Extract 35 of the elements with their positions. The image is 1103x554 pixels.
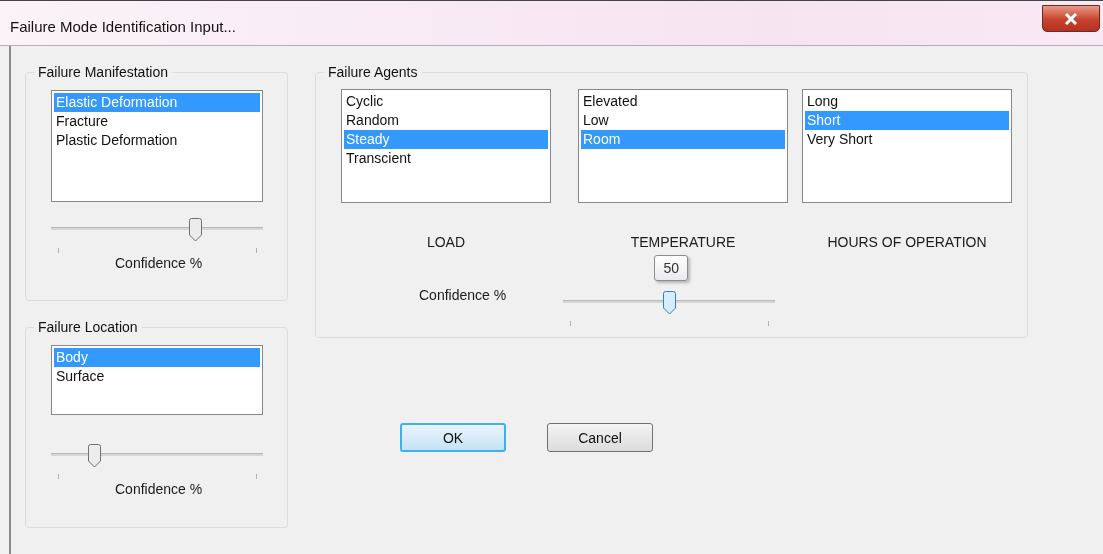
- list-box[interactable]: Elastic Deformation Fracture Plastic Deformation: [51, 90, 263, 202]
- column-caption: TEMPERATURE: [630, 234, 736, 250]
- slider-thumb[interactable]: [662, 291, 678, 315]
- group-title: Failure Location: [37, 319, 139, 335]
- slider-thumb[interactable]: [187, 218, 203, 242]
- list-item[interactable]: Plastic Deformation: [54, 131, 260, 150]
- list-item[interactable]: Long: [805, 92, 1009, 111]
- group-title: Failure Manifestation: [37, 64, 169, 80]
- list-item[interactable]: Transcient: [344, 149, 548, 168]
- list-item[interactable]: Cyclic: [344, 92, 548, 111]
- slider-thumb[interactable]: [86, 444, 102, 468]
- list-box[interactable]: Long Short Very Short: [802, 89, 1012, 203]
- list-item[interactable]: Low: [581, 111, 785, 130]
- list-item[interactable]: Fracture: [54, 112, 260, 131]
- close-button[interactable]: [1042, 5, 1100, 32]
- slider[interactable]: [51, 218, 263, 254]
- list-item[interactable]: Surface: [54, 367, 260, 386]
- column-caption: LOAD: [426, 234, 466, 250]
- list-item[interactable]: Very Short: [805, 130, 1009, 149]
- list-box[interactable]: Cyclic Random Steady Transcient: [341, 89, 551, 203]
- list-item[interactable]: Elevated: [581, 92, 785, 111]
- slider-caption: Confidence %: [115, 481, 203, 497]
- slider-caption: Confidence %: [115, 255, 203, 271]
- group-title: Failure Agents: [327, 64, 419, 80]
- list-box[interactable]: Body Surface: [51, 345, 263, 415]
- close-icon: [1064, 12, 1078, 25]
- column-caption: HOURS OF OPERATION: [827, 234, 987, 250]
- list-item[interactable]: Random: [344, 111, 548, 130]
- dialog-button[interactable]: Cancel: [547, 423, 653, 452]
- dialog-button[interactable]: OK: [400, 423, 506, 452]
- window-title: Failure Mode Identification Input...: [10, 18, 236, 35]
- slider-caption: Confidence %: [419, 287, 507, 303]
- value-tooltip: 50: [654, 255, 689, 281]
- list-box[interactable]: Elevated Low Room: [578, 89, 788, 203]
- slider[interactable]: [51, 444, 263, 480]
